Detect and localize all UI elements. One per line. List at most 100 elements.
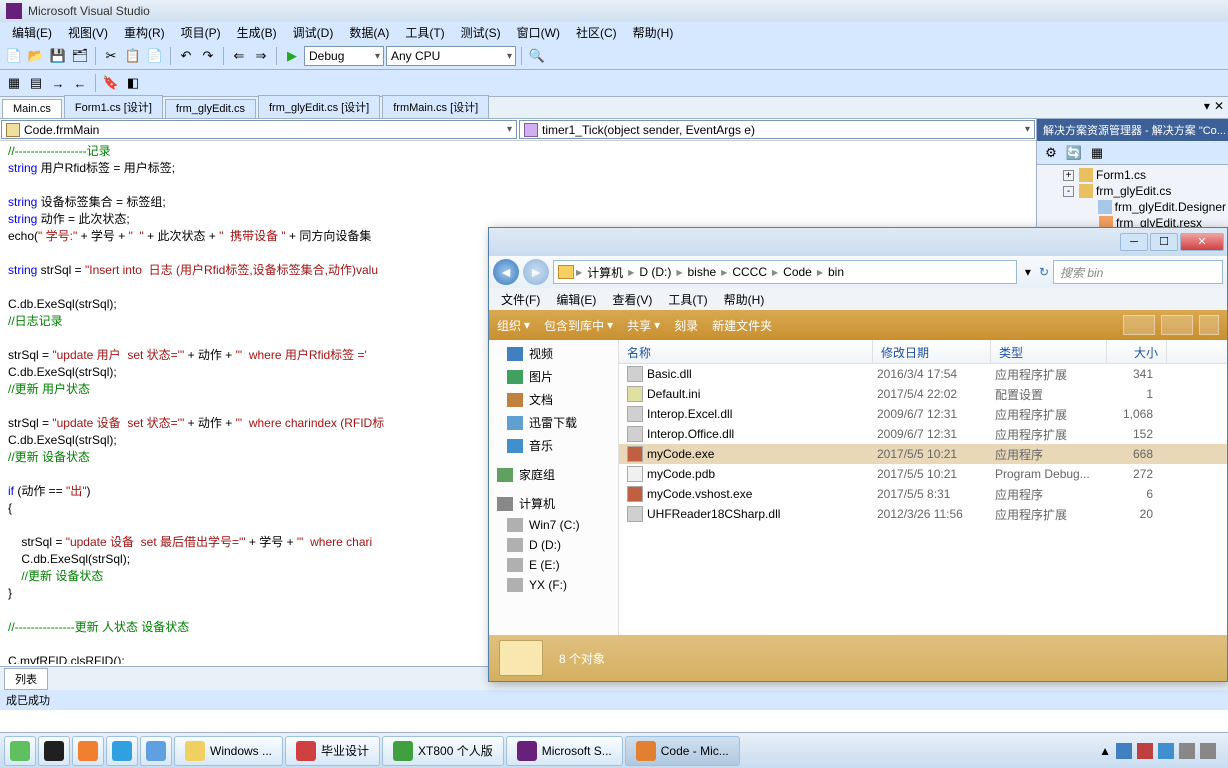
sidebar-item[interactable]: E (E:) [489, 555, 618, 575]
sidebar-item[interactable]: 音乐 [489, 434, 618, 457]
menu-item[interactable]: 数据(A) [341, 22, 397, 43]
col-name[interactable]: 名称 [619, 340, 873, 363]
bookmark-icon[interactable]: 🔖 [101, 73, 121, 93]
file-row[interactable]: UHFReader18CSharp.dll2012/3/26 11:56应用程序… [619, 504, 1227, 524]
tray-network-icon[interactable] [1179, 743, 1195, 759]
doc-tab[interactable]: frm_glyEdit.cs [设计] [258, 95, 380, 118]
include-lib-button[interactable]: 包含到库中 ▾ [544, 317, 613, 334]
sidebar-item[interactable]: 计算机 [489, 492, 618, 515]
sln-tree-item[interactable]: frm_glyEdit.Designer [1039, 199, 1226, 215]
redo-icon[interactable]: ↷ [198, 46, 218, 66]
taskbar-button[interactable]: Code - Mic... [625, 736, 740, 766]
bc-arrow-icon[interactable]: ▶ [721, 268, 727, 277]
new-project-icon[interactable]: 📄 [4, 46, 24, 66]
menu-item[interactable]: 调试(D) [285, 22, 342, 43]
sln-showall-icon[interactable]: ▦ [1087, 143, 1107, 163]
close-button[interactable]: ✕ [1180, 233, 1224, 251]
undo-icon[interactable]: ↶ [176, 46, 196, 66]
bc-dropdown-icon[interactable]: ▾ [1021, 265, 1035, 279]
save-icon[interactable]: 💾 [48, 46, 68, 66]
breadcrumb-segment[interactable]: Code [780, 265, 815, 279]
help-button[interactable] [1199, 315, 1219, 335]
menu-item[interactable]: 项目(P) [173, 22, 229, 43]
maximize-button[interactable]: ☐ [1150, 233, 1178, 251]
bc-arrow-icon[interactable]: ▶ [628, 268, 634, 277]
burn-button[interactable]: 刻录 [674, 317, 698, 334]
platform-dropdown[interactable]: Any CPU [386, 46, 516, 66]
menu-item[interactable]: 生成(B) [229, 22, 285, 43]
taskbar-button[interactable] [4, 736, 36, 766]
menu-item[interactable]: 视图(V) [60, 22, 116, 43]
outdent-icon[interactable]: ← [70, 73, 90, 93]
exp-menu-item[interactable]: 文件(F) [493, 289, 548, 310]
sidebar-item[interactable]: 迅雷下载 [489, 411, 618, 434]
col-type[interactable]: 类型 [991, 340, 1107, 363]
bc-arrow-icon[interactable]: ▶ [576, 268, 582, 277]
file-row[interactable]: myCode.exe2017/5/5 10:21应用程序668 [619, 444, 1227, 464]
taskbar-button[interactable] [140, 736, 172, 766]
doc-tab[interactable]: frm_glyEdit.cs [165, 99, 256, 118]
share-button[interactable]: 共享 ▾ [627, 317, 660, 334]
explorer-titlebar[interactable]: ─ ☐ ✕ [489, 228, 1227, 256]
tray-icon[interactable] [1116, 743, 1132, 759]
tray-arrow-icon[interactable]: ▲ [1099, 744, 1111, 758]
menu-item[interactable]: 窗口(W) [509, 22, 568, 43]
tray-icon[interactable] [1137, 743, 1153, 759]
sln-tree-item[interactable]: +Form1.cs [1039, 167, 1226, 183]
nav-back-icon[interactable]: ⇐ [229, 46, 249, 66]
col-size[interactable]: 大小 [1107, 340, 1167, 363]
menu-item[interactable]: 重构(R) [116, 22, 173, 43]
search-input[interactable]: 搜索 bin [1053, 260, 1223, 284]
cut-icon[interactable]: ✂ [101, 46, 121, 66]
nav-back-button[interactable]: ◄ [493, 259, 519, 285]
sidebar-item[interactable]: YX (F:) [489, 575, 618, 595]
file-row[interactable]: myCode.vshost.exe2017/5/5 8:31应用程序6 [619, 484, 1227, 504]
menu-item[interactable]: 帮助(H) [625, 22, 682, 43]
taskbar-button[interactable]: Windows ... [174, 736, 283, 766]
sidebar-item[interactable]: 图片 [489, 365, 618, 388]
tab-dropdown-icon[interactable]: ▾ [1204, 99, 1210, 113]
file-row[interactable]: Default.ini2017/5/4 22:02配置设置1 [619, 384, 1227, 404]
taskbar-button[interactable]: XT800 个人版 [382, 736, 504, 766]
breadcrumb[interactable]: ▶计算机▶D (D:)▶bishe▶CCCC▶Code▶bin [553, 260, 1017, 284]
organize-button[interactable]: 组织 ▾ [497, 317, 530, 334]
indent-icon[interactable]: → [48, 73, 68, 93]
menu-item[interactable]: 社区(C) [568, 22, 625, 43]
new-folder-button[interactable]: 新建文件夹 [712, 317, 772, 334]
breadcrumb-segment[interactable]: D (D:) [636, 265, 674, 279]
exp-menu-item[interactable]: 编辑(E) [548, 289, 604, 310]
taskbar-button[interactable] [72, 736, 104, 766]
bc-arrow-icon[interactable]: ▶ [676, 268, 682, 277]
refresh-icon[interactable]: ↻ [1039, 265, 1049, 279]
bc-arrow-icon[interactable]: ▶ [817, 268, 823, 277]
uncomment-icon[interactable]: ▤ [26, 73, 46, 93]
nav-fwd-icon[interactable]: ⇒ [251, 46, 271, 66]
sln-refresh-icon[interactable]: 🔄 [1064, 143, 1084, 163]
tray-shield-icon[interactable] [1158, 743, 1174, 759]
preview-pane-button[interactable] [1161, 315, 1193, 335]
system-tray[interactable]: ▲ [1099, 743, 1224, 759]
file-list[interactable]: 名称 修改日期 类型 大小 Basic.dll2016/3/4 17:54应用程… [619, 340, 1227, 635]
paste-icon[interactable]: 📄 [145, 46, 165, 66]
nav-forward-button[interactable]: ► [523, 259, 549, 285]
save-all-icon[interactable]: 🗂 [70, 46, 90, 66]
explorer-sidebar[interactable]: 视频图片文档迅雷下载音乐家庭组计算机Win7 (C:)D (D:)E (E:)Y… [489, 340, 619, 635]
minimize-button[interactable]: ─ [1120, 233, 1148, 251]
doc-tab[interactable]: Main.cs [2, 99, 62, 118]
sln-props-icon[interactable]: ⚙ [1041, 143, 1061, 163]
view-mode-button[interactable] [1123, 315, 1155, 335]
breadcrumb-segment[interactable]: bin [825, 265, 847, 279]
sidebar-item[interactable]: Win7 (C:) [489, 515, 618, 535]
taskbar-button[interactable]: Microsoft S... [506, 736, 623, 766]
menu-item[interactable]: 编辑(E) [4, 22, 60, 43]
file-row[interactable]: Interop.Office.dll2009/6/7 12:31应用程序扩展15… [619, 424, 1227, 444]
exp-menu-item[interactable]: 工具(T) [660, 289, 715, 310]
col-date[interactable]: 修改日期 [873, 340, 991, 363]
taskbar-button[interactable]: 毕业设计 [285, 736, 380, 766]
comment-icon[interactable]: ▦ [4, 73, 24, 93]
find-icon[interactable]: 🔍 [527, 46, 547, 66]
open-icon[interactable]: 📂 [26, 46, 46, 66]
copy-icon[interactable]: 📋 [123, 46, 143, 66]
file-row[interactable]: myCode.pdb2017/5/5 10:21Program Debug...… [619, 464, 1227, 484]
file-row[interactable]: Basic.dll2016/3/4 17:54应用程序扩展341 [619, 364, 1227, 384]
